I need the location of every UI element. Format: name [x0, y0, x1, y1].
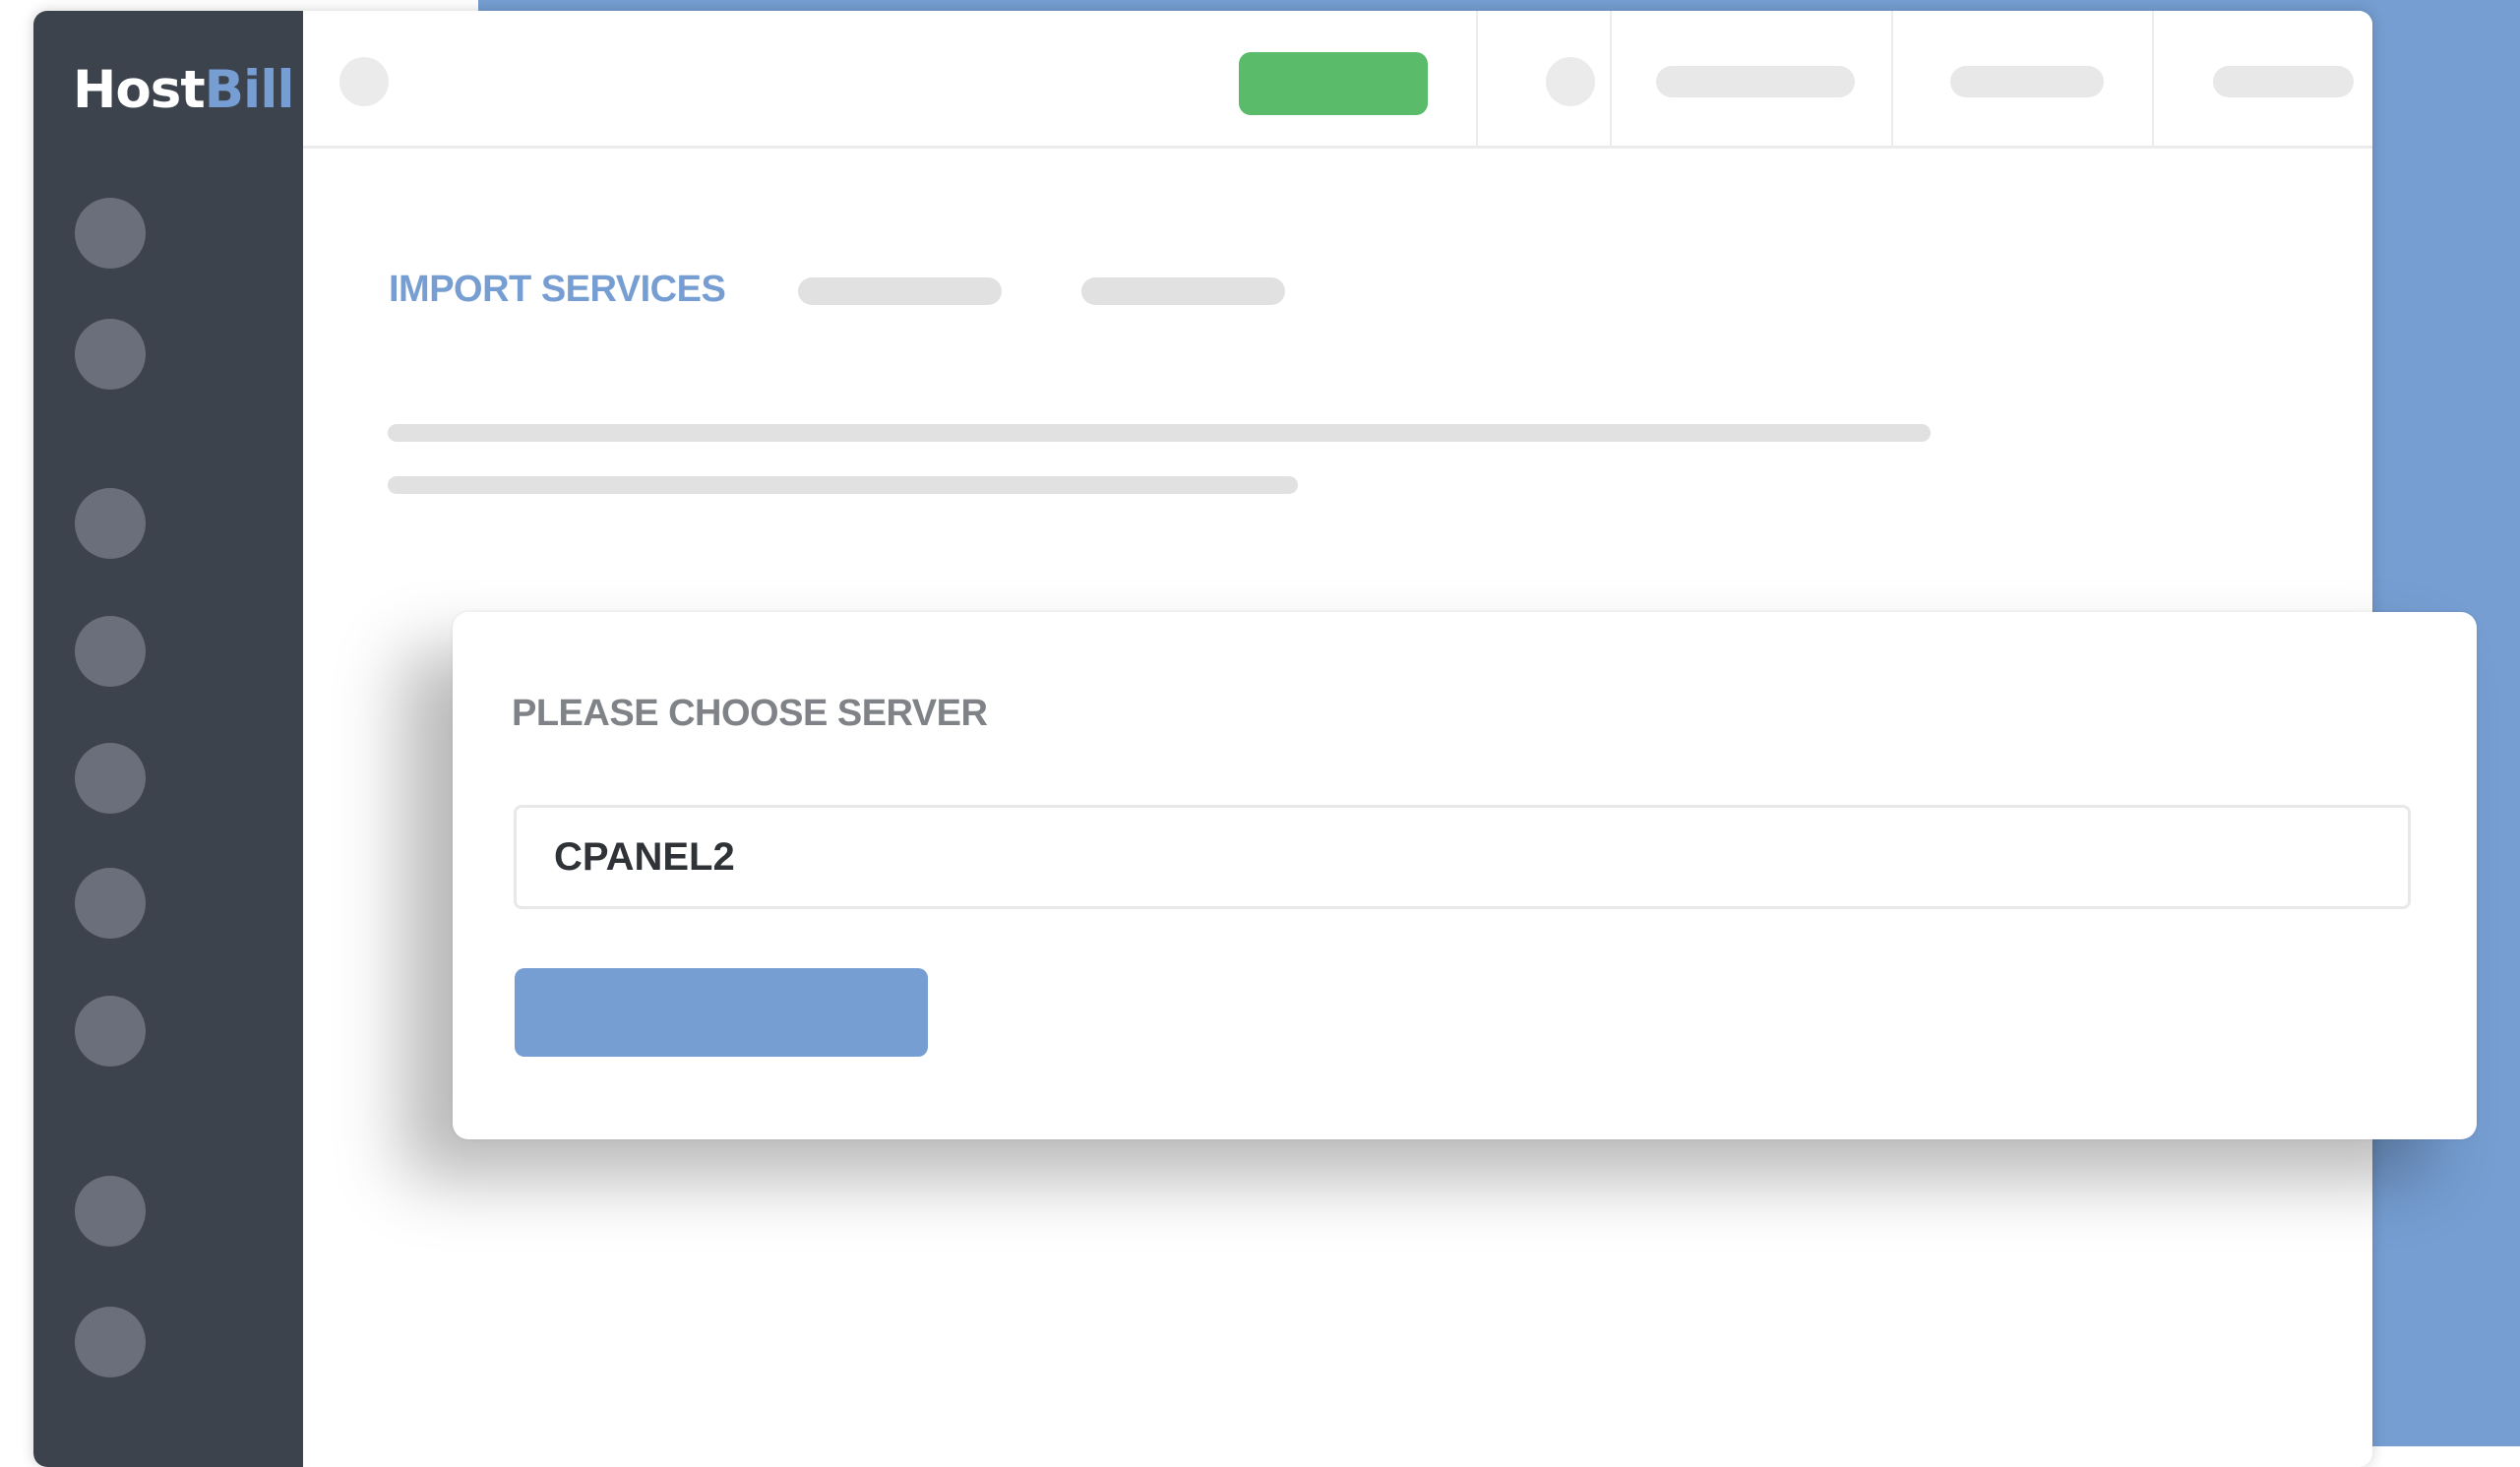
description-line-1 — [388, 424, 1931, 442]
top-divider — [1891, 11, 1893, 146]
sidebar-nav-item-8[interactable] — [75, 1176, 146, 1247]
submit-button[interactable] — [515, 968, 928, 1057]
sidebar-nav-item-4[interactable] — [75, 616, 146, 687]
top-divider — [2152, 11, 2154, 146]
top-bar — [303, 11, 2372, 149]
hostbill-logo[interactable]: HostBill — [73, 50, 295, 131]
sidebar: HostBill — [33, 11, 303, 1467]
sidebar-nav-item-6[interactable] — [75, 868, 146, 939]
sidebar-nav-item-5[interactable] — [75, 743, 146, 814]
sidebar-nav-item-2[interactable] — [75, 319, 146, 390]
top-menu-item-3[interactable] — [2213, 66, 2354, 97]
user-avatar[interactable] — [1546, 57, 1595, 106]
tab-placeholder-2[interactable] — [1081, 277, 1285, 305]
logo-text-bill: Bill — [204, 60, 295, 120]
sidebar-nav-item-1[interactable] — [75, 198, 146, 269]
top-divider — [1476, 11, 1478, 146]
sidebar-nav-item-7[interactable] — [75, 996, 146, 1067]
logo-text-host: Host — [73, 60, 206, 120]
top-menu-item-2[interactable] — [1950, 66, 2104, 97]
sidebar-nav-item-3[interactable] — [75, 488, 146, 559]
choose-server-dialog: PLEASE CHOOSE SERVER CPANEL2 — [453, 612, 2477, 1139]
server-select[interactable]: CPANEL2 — [514, 805, 2411, 909]
sidebar-nav-item-9[interactable] — [75, 1307, 146, 1377]
primary-action-button[interactable] — [1239, 52, 1428, 115]
top-menu-item-1[interactable] — [1656, 66, 1855, 97]
dialog-title: PLEASE CHOOSE SERVER — [512, 693, 988, 734]
menu-toggle-icon[interactable] — [339, 57, 389, 106]
tab-import-services[interactable]: IMPORT SERVICES — [389, 269, 726, 311]
description-line-2 — [388, 476, 1298, 494]
tab-placeholder-1[interactable] — [798, 277, 1002, 305]
top-divider — [1610, 11, 1612, 146]
server-select-value: CPANEL2 — [554, 835, 735, 879]
